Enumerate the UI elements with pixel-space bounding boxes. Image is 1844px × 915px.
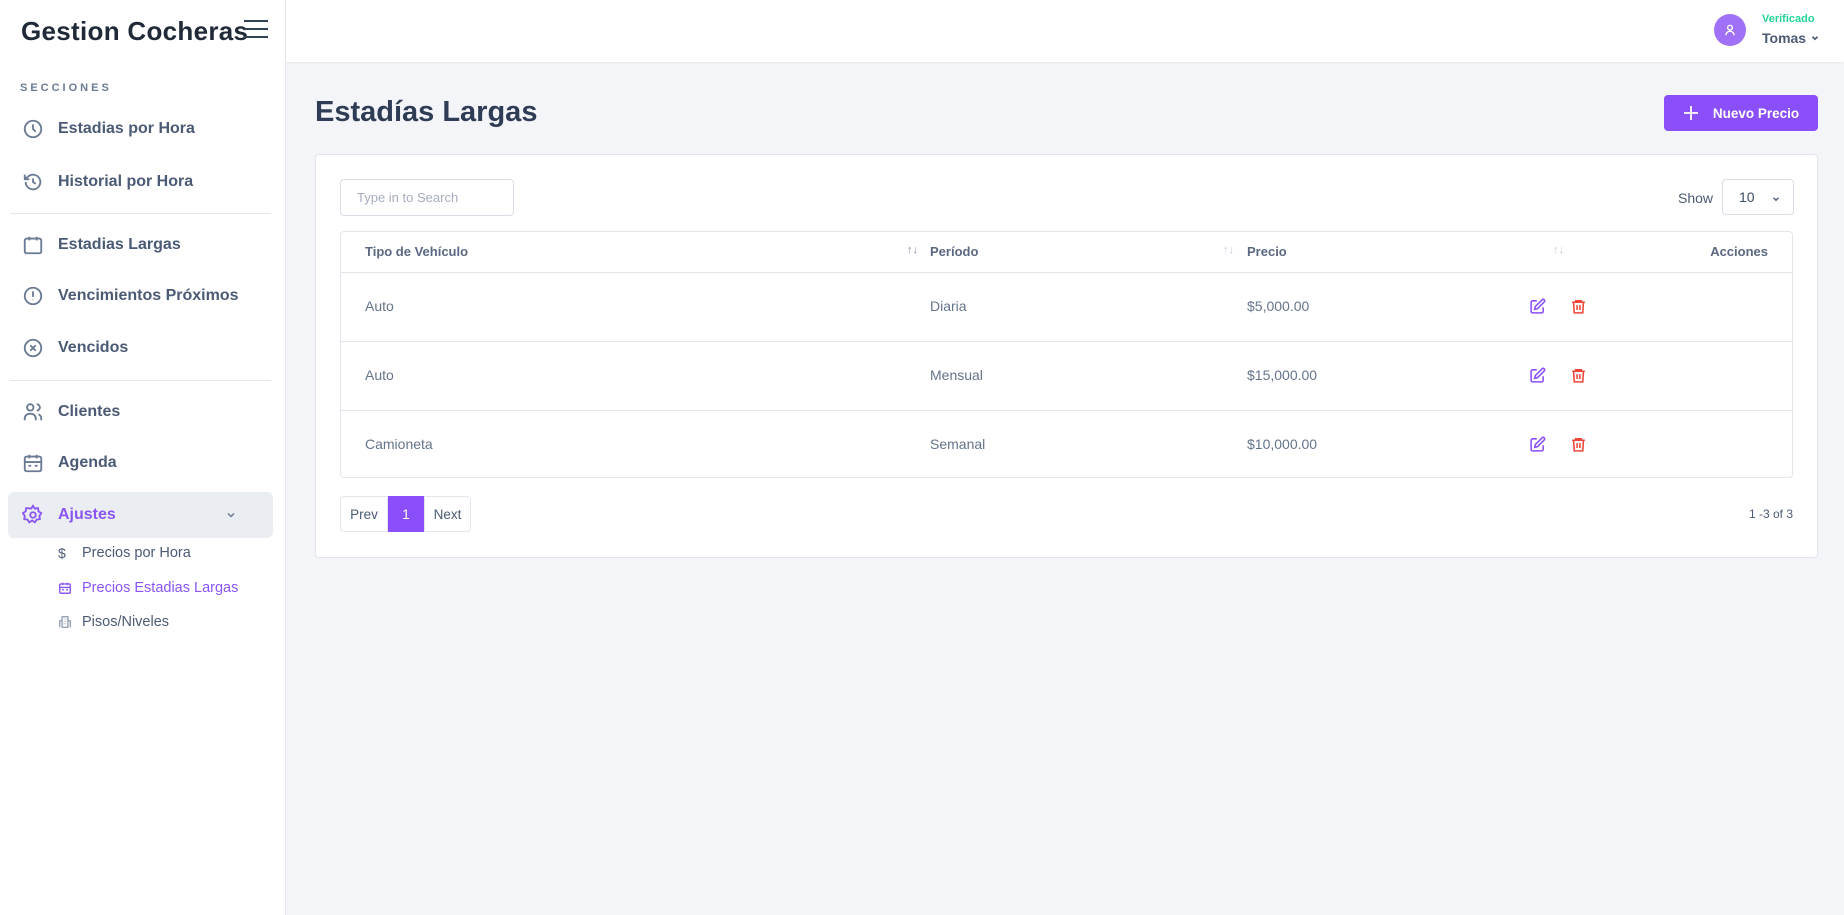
avatar[interactable] <box>1714 14 1746 46</box>
sidebar-item-label: Historial por Hora <box>58 173 194 190</box>
calendar-icon <box>23 236 43 255</box>
divider <box>10 380 271 381</box>
cell-vehicle-type: Auto <box>365 367 394 383</box>
sidebar-item-label: Agenda <box>58 454 117 471</box>
trash-icon[interactable] <box>1570 367 1587 384</box>
edit-icon[interactable] <box>1529 436 1546 453</box>
sidebar-item-clientes[interactable]: Clientes <box>8 389 273 435</box>
new-price-button[interactable]: Nuevo Precio <box>1664 95 1818 131</box>
subitem-pisos-niveles[interactable]: Pisos/Niveles <box>58 614 169 630</box>
sidebar-item-label: Ajustes <box>58 506 116 523</box>
cell-price: $10,000.00 <box>1247 436 1318 452</box>
sidebar-item-label: Vencimientos Próximos <box>58 287 239 304</box>
chevron-down-icon <box>1773 197 1779 202</box>
sort-icon[interactable]: ↑↓ <box>907 244 918 256</box>
cell-period: Diaria <box>930 298 967 314</box>
chevron-down-icon <box>1811 36 1819 41</box>
show-label: Show <box>1678 190 1714 206</box>
chevron-down-icon <box>227 512 235 518</box>
new-price-label: Nuevo Precio <box>1712 105 1800 121</box>
cell-price: $15,000.00 <box>1247 367 1318 383</box>
sidebar-item-label: Clientes <box>58 403 121 420</box>
pagination-info: 1 -3 of 3 <box>1748 507 1793 521</box>
cell-period: Mensual <box>930 367 983 383</box>
table-row: Auto Mensual $15,000.00 <box>341 341 1792 410</box>
sidebar-item-estadias-largas[interactable]: Estadias Largas <box>8 222 273 268</box>
table-header: Tipo de Vehículo ↑↓ Período ↑↓ Precio ↑↓… <box>341 232 1792 272</box>
cell-price: $5,000.00 <box>1247 298 1310 314</box>
user-menu[interactable]: Tomas <box>1762 30 1820 46</box>
column-header-acciones: Acciones <box>1710 244 1768 259</box>
calendar-icon <box>59 582 71 594</box>
divider <box>10 213 271 214</box>
dollar-icon: $ <box>58 545 66 561</box>
top-header <box>286 0 1844 62</box>
sidebar-item-ajustes[interactable]: Ajustes <box>8 492 273 538</box>
clock-icon <box>23 119 43 139</box>
x-circle-icon <box>23 338 43 358</box>
edit-icon[interactable] <box>1529 367 1546 384</box>
sidebar-item-label: Vencidos <box>58 339 129 356</box>
verified-status: Verificado <box>1762 13 1815 25</box>
prices-card: Show 10 Tipo de Vehículo ↑↓ Período ↑↓ P… <box>315 154 1818 558</box>
sidebar-item-estadias-por-hora[interactable]: Estadias por Hora <box>8 106 273 152</box>
plus-icon <box>1683 106 1698 120</box>
gear-icon <box>22 504 43 524</box>
app-title: Gestion Cocheras <box>21 16 249 46</box>
column-header-periodo[interactable]: Período <box>930 244 978 259</box>
subitem-label: Precios por Hora <box>82 545 191 561</box>
trash-icon[interactable] <box>1570 298 1587 315</box>
user-icon <box>1725 24 1735 36</box>
sidebar-item-label: Estadias Largas <box>58 236 181 253</box>
page-1-button[interactable]: 1 <box>388 496 424 532</box>
trash-icon[interactable] <box>1570 436 1587 453</box>
subitem-label: Pisos/Niveles <box>82 614 170 630</box>
column-header-precio[interactable]: Precio <box>1247 244 1287 259</box>
alert-circle-icon <box>23 286 43 306</box>
page-size-value: 10 <box>1739 189 1755 205</box>
sidebar-item-vencidos[interactable]: Vencidos <box>8 325 273 371</box>
page-title: Estadías Largas <box>315 96 538 128</box>
cell-period: Semanal <box>930 436 986 452</box>
search-input[interactable] <box>340 179 514 216</box>
subitem-precios-estadias-largas[interactable]: Precios Estadias Largas <box>58 580 238 596</box>
prev-button[interactable]: Prev <box>340 496 388 532</box>
column-header-tipo[interactable]: Tipo de Vehículo <box>365 244 468 259</box>
sidebar-item-agenda[interactable]: Agenda <box>8 440 273 486</box>
sort-icon[interactable]: ↑↓ <box>1553 244 1564 256</box>
cell-vehicle-type: Camioneta <box>365 436 433 452</box>
table-row: Auto Diaria $5,000.00 <box>341 272 1792 341</box>
edit-icon[interactable] <box>1529 298 1546 315</box>
sidebar-item-label: Estadias por Hora <box>58 120 195 137</box>
subitem-precios-por-hora[interactable]: $ Precios por Hora <box>58 545 191 561</box>
menu-icon[interactable] <box>244 20 268 38</box>
subitem-label: Precios Estadias Largas <box>82 580 239 596</box>
sidebar: Gestion Cocheras SECCIONES Estadias por … <box>0 0 286 915</box>
users-icon <box>23 403 43 421</box>
prices-table: Tipo de Vehículo ↑↓ Período ↑↓ Precio ↑↓… <box>340 231 1793 478</box>
sidebar-item-historial-por-hora[interactable]: Historial por Hora <box>8 159 273 205</box>
building-icon <box>59 616 71 628</box>
cell-vehicle-type: Auto <box>365 298 394 314</box>
section-label: SECCIONES <box>20 82 112 94</box>
table-row: Camioneta Semanal $10,000.00 <box>341 410 1792 479</box>
sidebar-item-vencimientos-proximos[interactable]: Vencimientos Próximos <box>8 273 273 319</box>
sort-icon[interactable]: ↑↓ <box>1223 244 1234 256</box>
calendar-icon <box>23 454 43 473</box>
page-size-select[interactable]: 10 <box>1722 179 1794 215</box>
history-icon <box>23 173 42 191</box>
next-button[interactable]: Next <box>424 496 471 532</box>
user-name: Tomas <box>1762 30 1807 46</box>
